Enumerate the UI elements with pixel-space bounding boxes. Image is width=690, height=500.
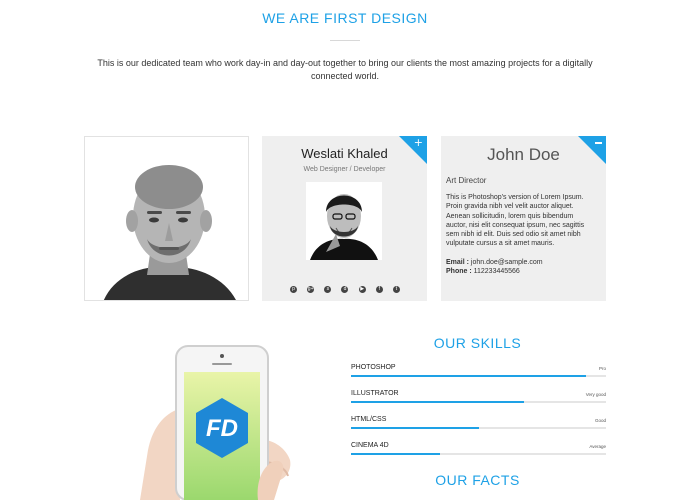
- member-role: Art Director: [446, 176, 487, 185]
- skill-row: CINEMA 4D Average: [351, 442, 606, 464]
- pinterest-icon[interactable]: p: [290, 285, 297, 293]
- member-phone: 112233445566: [473, 268, 520, 276]
- skill-name: PHOTOSHOP: [351, 364, 396, 371]
- skill-progress-bar: [351, 401, 525, 403]
- intro-text: This is our dedicated team who work day-…: [97, 58, 593, 81]
- member-email[interactable]: john.doe@sample.com: [471, 259, 543, 266]
- skill-level: Very good: [585, 392, 606, 397]
- skill-row: HTML/CSS Good: [351, 416, 606, 438]
- member-photo: [306, 182, 382, 260]
- skill-level: Average: [589, 444, 606, 449]
- facebook-icon[interactable]: f: [375, 285, 383, 293]
- member-contact: Email : john.doe@sample.com Phone : 1122…: [446, 258, 596, 277]
- phone-label: Phone :: [446, 268, 472, 276]
- skill-name: ILLUSTRATOR: [351, 390, 399, 397]
- google-plus-icon[interactable]: g+: [307, 285, 315, 293]
- twitter-icon[interactable]: t: [392, 285, 400, 293]
- skill-track: [351, 427, 606, 429]
- skill-name: HTML/CSS: [351, 416, 387, 423]
- skills-title: OUR SKILLS: [433, 335, 522, 351]
- page-title: WE ARE FIRST DESIGN: [262, 10, 428, 26]
- email-label: Email :: [446, 259, 469, 266]
- social-links: p g+ s d ▶ f t: [290, 284, 400, 294]
- team-card-john: John Doe Art Director This is Photoshop'…: [441, 136, 606, 301]
- facts-title: OUR FACTS: [435, 472, 520, 488]
- skill-progress-bar: [351, 427, 479, 429]
- member-name: Weslati Khaled: [301, 146, 388, 161]
- title-divider: [330, 40, 360, 41]
- skill-progress-bar: [351, 375, 586, 377]
- skill-track: [351, 375, 606, 377]
- minus-icon[interactable]: [595, 142, 602, 144]
- skill-progress-bar: [351, 453, 441, 455]
- skill-track: [351, 453, 606, 455]
- dribbble-icon[interactable]: d: [341, 285, 349, 293]
- skill-row: ILLUSTRATOR Very good: [351, 390, 606, 412]
- skype-icon[interactable]: s: [324, 285, 332, 293]
- member-name: John Doe: [487, 145, 560, 164]
- youtube-icon[interactable]: ▶: [358, 285, 366, 293]
- team-member-portrait: [85, 137, 248, 300]
- member-role: Web Designer / Developer: [303, 166, 386, 173]
- team-card-weslati: + Weslati Khaled Web Designer / Develope…: [262, 136, 427, 301]
- phone-mockup: FD: [140, 330, 300, 500]
- member-bio: This is Photoshop's version of Lorem Ips…: [446, 194, 585, 248]
- team-photo-card: [84, 136, 249, 301]
- phone-logo-text: FD: [206, 415, 238, 442]
- skill-track: [351, 401, 606, 403]
- skill-level: Pro: [598, 366, 606, 371]
- skill-level: Good: [594, 418, 606, 423]
- skill-row: PHOTOSHOP Pro: [351, 364, 606, 386]
- skill-name: CINEMA 4D: [351, 442, 389, 449]
